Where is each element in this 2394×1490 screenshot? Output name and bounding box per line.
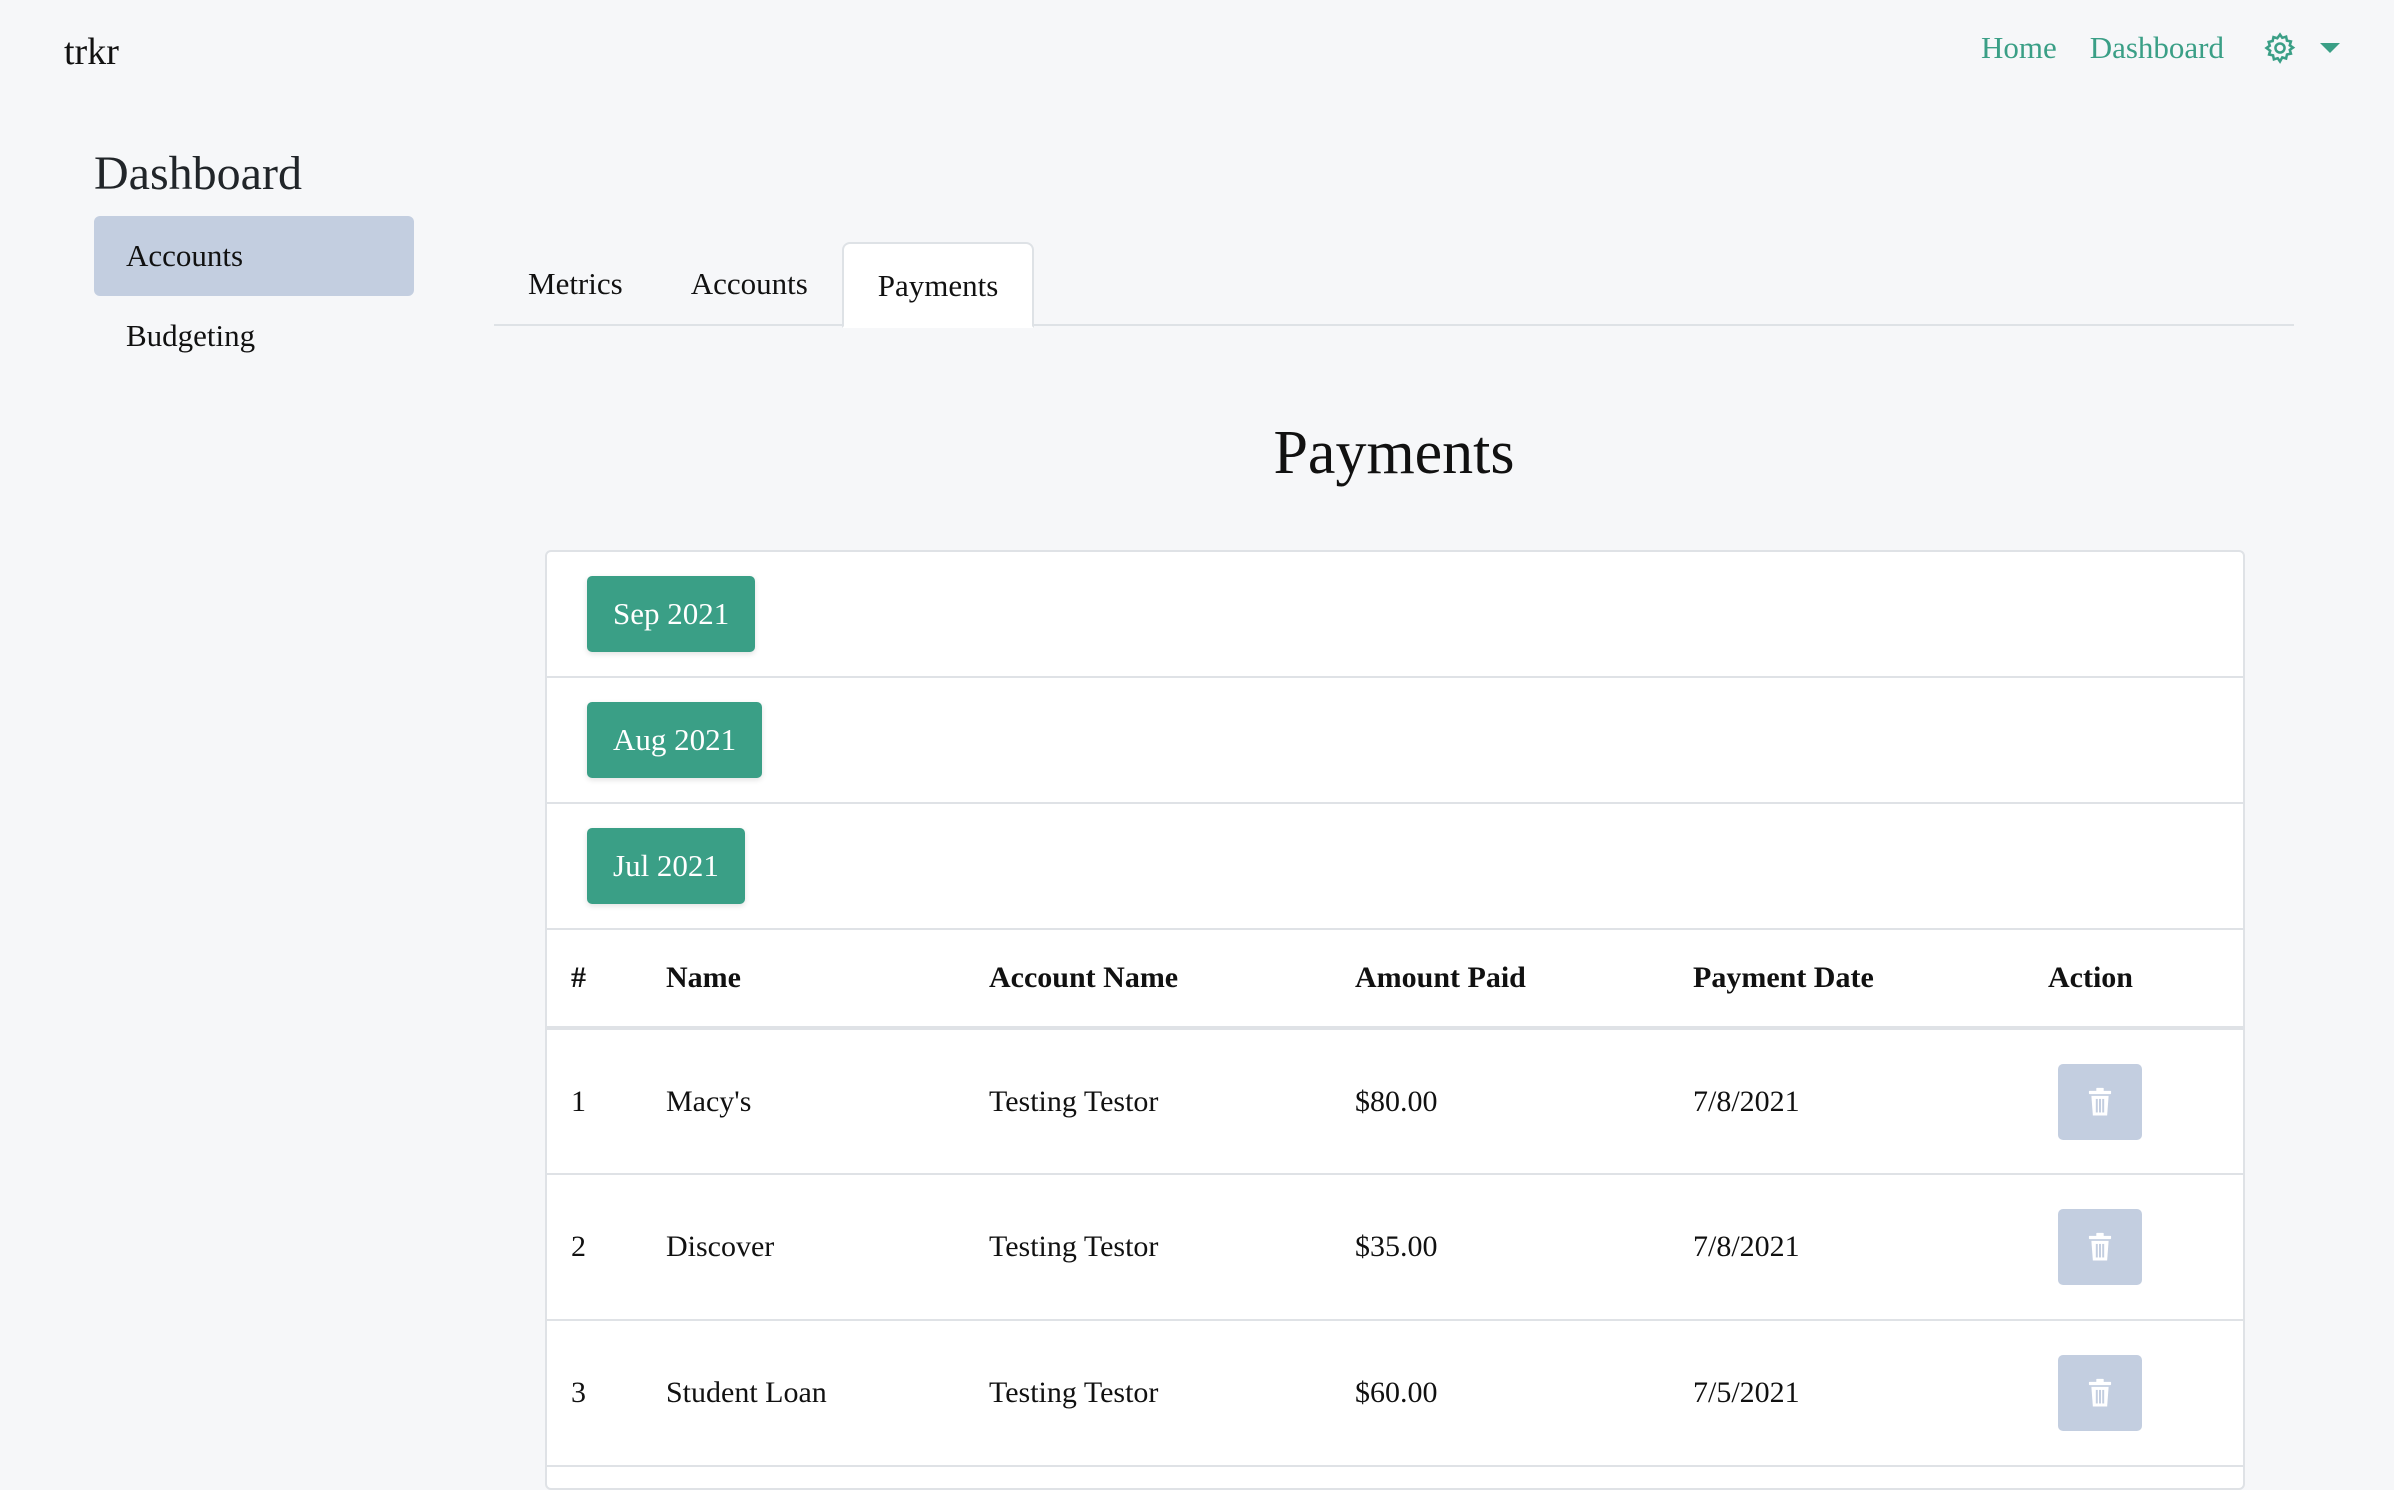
- cell-account-name: Testing Testor: [989, 1174, 1355, 1321]
- gear-icon[interactable]: [2262, 30, 2298, 66]
- delete-button[interactable]: [2058, 1209, 2142, 1285]
- cell-account-name: Testing Testor: [989, 1028, 1355, 1175]
- nav-link-home[interactable]: Home: [1981, 30, 2057, 66]
- header-payment-date: Payment Date: [1693, 930, 2048, 1030]
- month-row: Aug 2021: [547, 678, 2243, 804]
- month-row: Jul 2021: [547, 804, 2243, 930]
- cell-account-name: Testing Testor: [989, 1320, 1355, 1467]
- top-navbar: trkr Home Dashboard: [0, 0, 2394, 110]
- table-row: 3 Student Loan Testing Testor $60.00 7/5…: [547, 1320, 2243, 1467]
- cell-action: [2048, 1028, 2243, 1175]
- tab-accounts[interactable]: Accounts: [657, 242, 842, 326]
- cell-action: [2048, 1174, 2243, 1321]
- header-name: Name: [666, 930, 989, 1030]
- brand-logo[interactable]: trkr: [64, 30, 119, 74]
- sidebar-heading: Dashboard: [94, 147, 302, 200]
- tab-bar: Metrics Accounts Payments: [494, 242, 2294, 328]
- delete-button[interactable]: [2058, 1355, 2142, 1431]
- sidebar-item-accounts[interactable]: Accounts: [94, 216, 414, 296]
- page-title: Payments: [1273, 419, 1515, 487]
- header-number: #: [547, 930, 666, 1030]
- month-button-sep-2021[interactable]: Sep 2021: [587, 576, 756, 652]
- month-row: Sep 2021: [547, 552, 2243, 678]
- header-action: Action: [2048, 930, 2243, 1030]
- top-nav: Home Dashboard: [1948, 30, 2340, 66]
- cell-payment-date: 7/8/2021: [1693, 1028, 2048, 1175]
- trash-icon: [2088, 1087, 2112, 1116]
- table-row: 1 Macy's Testing Testor $80.00 7/8/2021: [547, 1028, 2243, 1175]
- sidebar-item-budgeting[interactable]: Budgeting: [94, 296, 414, 376]
- trash-icon: [2088, 1378, 2112, 1407]
- table-row: 2 Discover Testing Testor $35.00 7/8/202…: [547, 1174, 2243, 1321]
- table-header-row: # Name Account Name Amount Paid Payment …: [547, 930, 2243, 1030]
- cell-amount-paid: $80.00: [1355, 1028, 1693, 1175]
- cell-amount-paid: $35.00: [1355, 1174, 1693, 1321]
- sidebar: Dashboard Accounts Budgeting: [94, 150, 414, 376]
- cell-payment-date: 7/8/2021: [1693, 1174, 2048, 1321]
- cell-number: 1: [547, 1028, 666, 1175]
- cell-amount-paid: $60.00: [1355, 1320, 1693, 1467]
- month-button-jul-2021[interactable]: Jul 2021: [587, 828, 745, 904]
- cell-payment-date: 7/5/2021: [1693, 1320, 2048, 1467]
- header-account-name: Account Name: [989, 930, 1355, 1030]
- payments-table: # Name Account Name Amount Paid Payment …: [547, 930, 2243, 1467]
- cell-action: [2048, 1320, 2243, 1467]
- header-amount-paid: Amount Paid: [1355, 930, 1693, 1030]
- payments-card: Sep 2021 Aug 2021 Jul 2021 # Name Accoun…: [545, 550, 2245, 1490]
- delete-button[interactable]: [2058, 1063, 2142, 1140]
- trash-icon: [2088, 1232, 2112, 1261]
- tab-metrics[interactable]: Metrics: [494, 242, 657, 326]
- month-button-aug-2021[interactable]: Aug 2021: [587, 702, 763, 778]
- caret-down-icon[interactable]: [2320, 43, 2340, 53]
- cell-number: 2: [547, 1174, 666, 1321]
- cell-name: Student Loan: [666, 1320, 989, 1467]
- cell-number: 3: [547, 1320, 666, 1467]
- cell-name: Macy's: [666, 1028, 989, 1175]
- tab-payments[interactable]: Payments: [841, 242, 1035, 328]
- nav-link-dashboard[interactable]: Dashboard: [2090, 30, 2224, 66]
- cell-name: Discover: [666, 1174, 989, 1321]
